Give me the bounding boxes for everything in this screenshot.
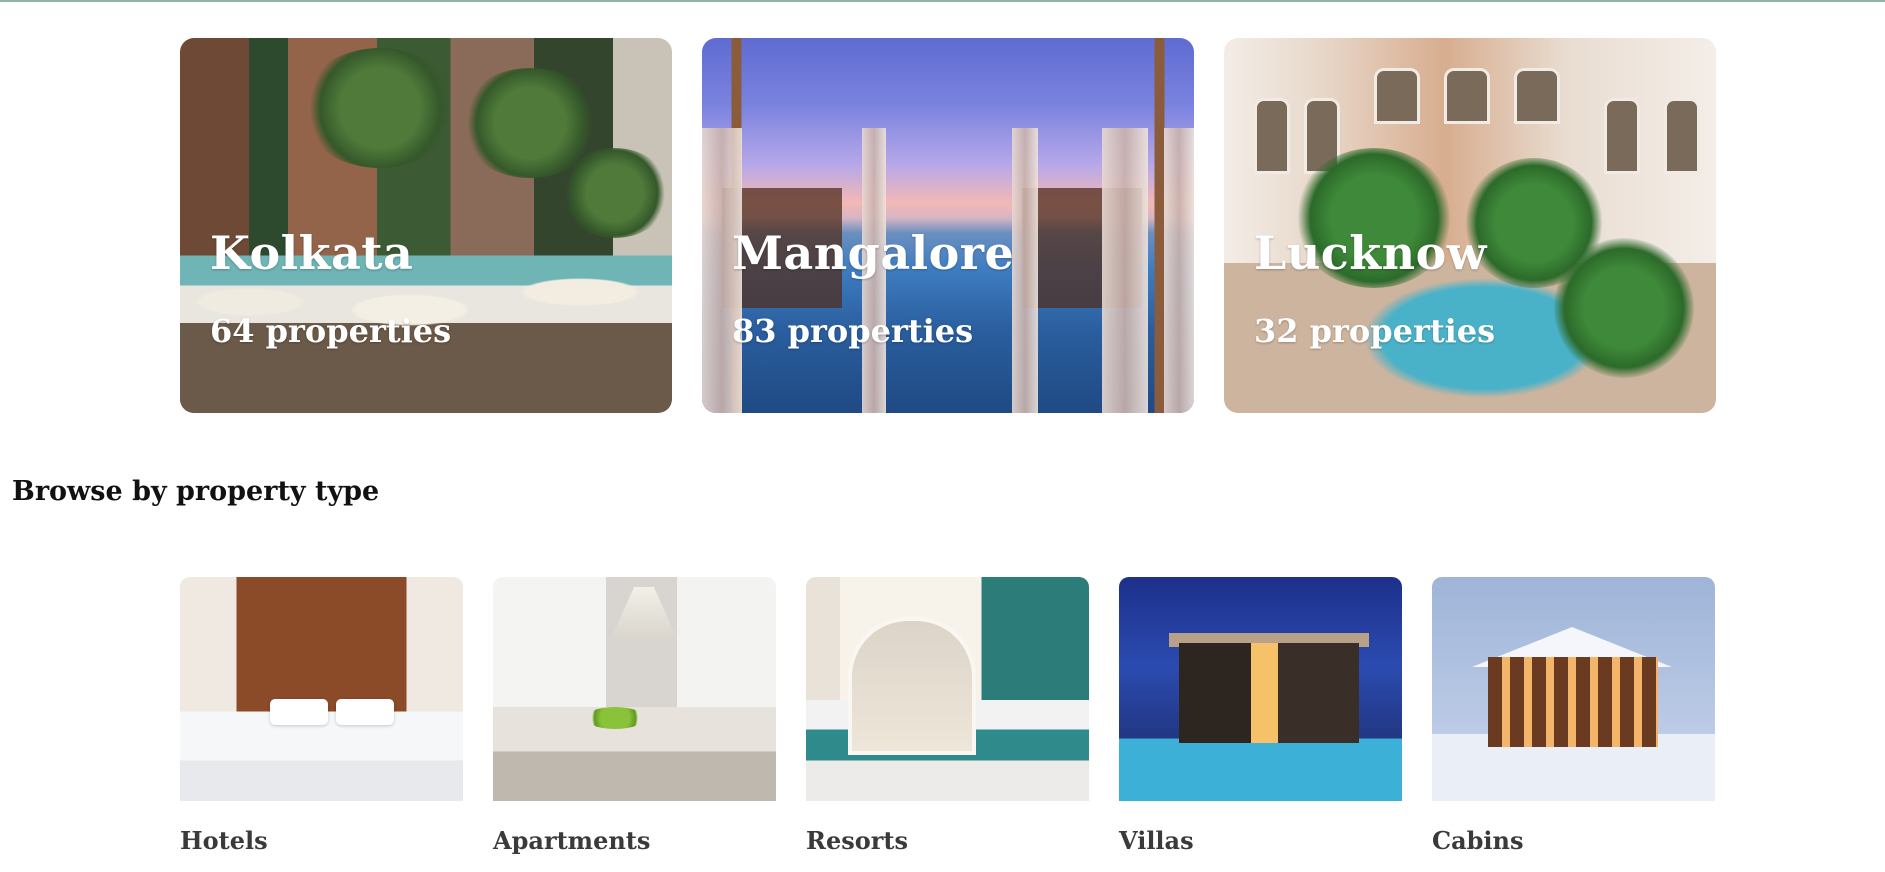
property-type-cabins[interactable]: Cabins (1432, 577, 1715, 855)
property-image-resorts (806, 577, 1089, 801)
city-name: Lucknow (1254, 226, 1487, 280)
property-type-resorts[interactable]: Resorts (806, 577, 1089, 855)
property-type-list: Hotels Apartments Resorts Villas Cabins (180, 577, 1716, 855)
property-type-label: Villas (1119, 826, 1194, 855)
property-image-villas (1119, 577, 1402, 801)
property-type-apartments[interactable]: Apartments (493, 577, 776, 855)
property-type-hotels[interactable]: Hotels (180, 577, 463, 855)
property-image-cabins (1432, 577, 1715, 801)
featured-cities: Kolkata 64 properties Mangalore 83 prope… (180, 38, 1716, 413)
property-type-label: Apartments (493, 826, 651, 855)
property-type-label: Hotels (180, 826, 268, 855)
city-property-count: 32 properties (1254, 312, 1496, 350)
page: Kolkata 64 properties Mangalore 83 prope… (0, 0, 1885, 872)
city-card-mangalore[interactable]: Mangalore 83 properties (702, 38, 1194, 413)
city-property-count: 83 properties (732, 312, 974, 350)
city-property-count: 64 properties (210, 312, 452, 350)
city-name: Mangalore (732, 226, 1015, 280)
top-divider (0, 0, 1885, 2)
property-image-apartments (493, 577, 776, 801)
city-name: Kolkata (210, 226, 414, 280)
property-type-label: Cabins (1432, 826, 1524, 855)
property-type-label: Resorts (806, 826, 908, 855)
city-card-kolkata[interactable]: Kolkata 64 properties (180, 38, 672, 413)
property-image-hotels (180, 577, 463, 801)
property-type-villas[interactable]: Villas (1119, 577, 1402, 855)
city-card-lucknow[interactable]: Lucknow 32 properties (1224, 38, 1716, 413)
section-heading: Browse by property type (12, 476, 380, 507)
